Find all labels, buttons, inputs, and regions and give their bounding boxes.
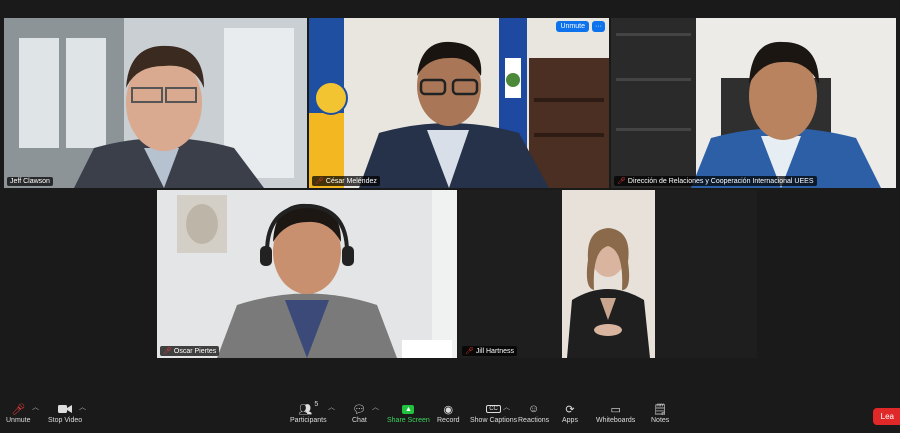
share-screen-label: Share Screen xyxy=(387,417,430,424)
video-feed xyxy=(611,18,896,188)
mic-muted-icon: 🎤︎ xyxy=(617,178,626,185)
mic-muted-icon: 🎤︎ xyxy=(11,403,26,416)
video-camera-icon xyxy=(58,401,73,417)
meeting-toolbar: 🎤︎ Unmute ︿ Stop Video ︿ 👥︎ 5 Participan… xyxy=(0,397,900,433)
participant-name: Oscar Piertes xyxy=(173,347,217,355)
chat-options-caret[interactable]: ︿ xyxy=(372,402,379,412)
captions-options-caret[interactable]: ︿ xyxy=(503,402,510,412)
apps-label: Apps xyxy=(562,417,578,424)
apps-icon: ⟳ xyxy=(565,403,575,416)
show-captions-label: Show Captions xyxy=(470,417,518,424)
participant-name: Dirección de Relaciones y Cooperación In… xyxy=(627,177,814,185)
stop-video-label: Stop Video xyxy=(48,417,83,424)
mic-muted-icon: 🎤︎ xyxy=(465,348,474,355)
unmute-participant-button[interactable]: Unmute xyxy=(556,21,589,32)
participants-options-caret[interactable]: ︿ xyxy=(328,402,335,412)
chat-label: Chat xyxy=(352,417,367,424)
reactions-button[interactable]: ☺ Reactions xyxy=(518,401,549,424)
chat-button[interactable]: 💬︎ Chat xyxy=(352,401,367,425)
whiteboards-label: Whiteboards xyxy=(596,417,636,424)
participant-name-tag: Jeff Clawson xyxy=(7,177,53,186)
video-tile-oscar-piertes[interactable]: 🎤︎ Oscar Piertes xyxy=(157,190,457,358)
cc-icon: CC xyxy=(486,405,501,413)
chat-icon: 💬︎ xyxy=(352,403,367,416)
video-feed xyxy=(157,190,457,358)
notes-icon: 🗒︎ xyxy=(653,403,668,416)
record-button[interactable]: ◉ Record xyxy=(437,401,460,425)
video-feed xyxy=(309,18,609,188)
video-options-caret[interactable]: ︿ xyxy=(79,402,86,412)
record-icon: ◉ xyxy=(443,403,454,416)
participant-name-tag: 🎤︎ César Meléndez xyxy=(312,176,380,186)
reactions-label: Reactions xyxy=(518,417,550,424)
participant-name: Jill Hartness xyxy=(475,347,515,355)
video-tile-direccion-relaciones[interactable]: 🎤︎ Dirección de Relaciones y Cooperación… xyxy=(611,18,896,188)
share-screen-button[interactable]: ▲ Share Screen xyxy=(387,401,430,424)
stop-video-button[interactable]: Stop Video xyxy=(48,401,82,424)
participant-name: Jeff Clawson xyxy=(10,178,50,185)
participants-count: 5 xyxy=(314,401,319,408)
video-tile-jill-hartness[interactable]: 🎤︎ Jill Hartness xyxy=(459,190,757,358)
video-tile-jeff-clawson[interactable]: Jeff Clawson xyxy=(4,18,307,188)
participants-button[interactable]: 👥︎ 5 Participants xyxy=(290,401,327,424)
video-tile-cesar-melendez[interactable]: Unmute ··· 🎤︎ César Meléndez xyxy=(309,18,609,188)
participant-name-tag: 🎤︎ Jill Hartness xyxy=(462,346,518,356)
apps-button[interactable]: ⟳ Apps xyxy=(562,401,578,425)
leave-button[interactable]: Lea xyxy=(872,408,900,425)
reactions-icon: ☺ xyxy=(527,403,540,415)
whiteboards-button[interactable]: ▭ Whiteboards xyxy=(596,401,636,425)
participant-name-tag: 🎤︎ Oscar Piertes xyxy=(160,346,220,356)
more-options-button[interactable]: ··· xyxy=(592,21,605,32)
notes-label: Notes xyxy=(651,417,670,424)
record-label: Record xyxy=(437,417,460,424)
show-captions-button[interactable]: CC Show Captions xyxy=(470,401,517,424)
notes-button[interactable]: 🗒︎ Notes xyxy=(651,401,670,425)
whiteboard-icon: ▭ xyxy=(610,403,621,416)
participants-label: Participants xyxy=(290,417,327,424)
audio-options-caret[interactable]: ︿ xyxy=(32,402,39,412)
mic-muted-icon: 🎤︎ xyxy=(163,348,172,355)
video-feed xyxy=(4,18,307,188)
mic-muted-icon: 🎤︎ xyxy=(315,178,324,185)
share-screen-icon: ▲ xyxy=(402,404,415,414)
participant-name: César Meléndez xyxy=(325,177,377,185)
participant-name-tag: 🎤︎ Dirección de Relaciones y Cooperación… xyxy=(614,176,817,186)
unmute-button[interactable]: 🎤︎ Unmute xyxy=(6,401,31,425)
video-feed xyxy=(562,190,655,358)
participants-icon: 👥︎ xyxy=(298,403,313,416)
unmute-label: Unmute xyxy=(6,417,31,424)
